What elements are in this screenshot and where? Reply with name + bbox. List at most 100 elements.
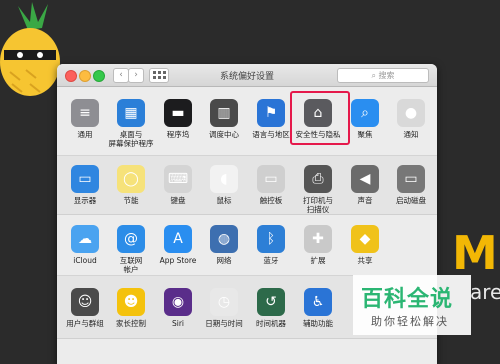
pref-label: 语言与地区 <box>252 130 290 139</box>
pref-label: 家长控制 <box>116 319 146 328</box>
pref-label: 启动磁盘 <box>396 196 426 205</box>
language-icon: ⚑ <box>257 99 285 127</box>
dock-icon: ▬ <box>164 99 192 127</box>
general-icon: ≡ <box>71 99 99 127</box>
pref-label: 日期与时间 <box>205 319 243 328</box>
timemachine-icon: ↺ <box>257 288 285 316</box>
pref-mouse[interactable]: ◖ 鼠标 <box>200 165 248 205</box>
display-icon-glyph: ▭ <box>78 171 92 187</box>
sound-icon-glyph: ◀ <box>359 171 371 187</box>
pref-label: 鼠标 <box>216 196 232 205</box>
pref-label: 蓝牙 <box>263 256 279 265</box>
pref-label: 调度中心 <box>209 130 239 139</box>
startup-disk-icon: ▭ <box>397 165 425 193</box>
pref-notifications[interactable]: ● 通知 <box>387 99 435 139</box>
pref-label: 通知 <box>403 130 419 139</box>
pref-keyboard[interactable]: ⌨ 键盘 <box>154 165 202 205</box>
accessibility-icon-glyph: ♿ <box>311 294 325 310</box>
appstore-icon: A <box>164 225 192 253</box>
users-icon: ☺ <box>71 288 99 316</box>
watermark-subtitle: 助你轻松解决 <box>371 315 449 328</box>
siri-icon: ◉ <box>164 288 192 316</box>
background-letter: M <box>452 226 498 280</box>
pref-label: 时间机器 <box>256 319 286 328</box>
pref-printer[interactable]: ⎙ 打印机与 扫描仪 <box>294 165 342 214</box>
pref-desktop[interactable]: ▦ 桌面与 屏幕保护程序 <box>107 99 155 148</box>
pref-timemachine[interactable]: ↺ 时间机器 <box>247 288 295 328</box>
pref-general[interactable]: ≡ 通用 <box>61 99 109 139</box>
search-field[interactable]: ⌕ 搜索 <box>337 68 429 83</box>
pref-users[interactable]: ☺ 用户与群组 <box>61 288 109 328</box>
extensions-icon: ✚ <box>304 225 332 253</box>
pref-label: 键盘 <box>170 196 186 205</box>
icloud-icon: ☁ <box>71 225 99 253</box>
notifications-icon-glyph: ● <box>404 105 418 121</box>
titlebar: ‹ › 系统偏好设置 ⌕ 搜索 <box>57 64 437 87</box>
pref-internet-accounts[interactable]: @ 互联网 帐户 <box>107 225 155 274</box>
trackpad-icon-glyph: ▭ <box>264 171 278 187</box>
trackpad-icon: ▭ <box>257 165 285 193</box>
mission-control-icon: ▥ <box>210 99 238 127</box>
sound-icon: ◀ <box>351 165 379 193</box>
pref-label: 程序坞 <box>166 130 190 139</box>
startup-disk-icon-glyph: ▭ <box>404 171 418 187</box>
pref-label: 节能 <box>123 196 139 205</box>
pref-siri[interactable]: ◉ Siri <box>154 288 202 328</box>
pref-label: 打印机与 扫描仪 <box>303 196 333 214</box>
notifications-icon: ● <box>397 99 425 127</box>
mission-control-icon-glyph: ▥ <box>217 105 231 121</box>
sharing-icon: ◆ <box>351 225 379 253</box>
watermark: 百科全说 助你轻松解决 <box>353 275 471 335</box>
pref-extensions[interactable]: ✚ 扩展 <box>294 225 342 265</box>
spotlight-icon: ⌕ <box>351 99 379 127</box>
pref-label: 显示器 <box>73 196 97 205</box>
pref-trackpad[interactable]: ▭ 触控板 <box>247 165 295 205</box>
pref-energy[interactable]: ◯ 节能 <box>107 165 155 205</box>
language-icon-glyph: ⚑ <box>264 105 278 121</box>
pref-label: 触控板 <box>259 196 283 205</box>
pref-language[interactable]: ⚑ 语言与地区 <box>247 99 295 139</box>
background-text: are <box>470 280 500 304</box>
datetime-icon: ◷ <box>210 288 238 316</box>
users-icon-glyph: ☺ <box>77 294 93 310</box>
pref-sound[interactable]: ◀ 声音 <box>341 165 389 205</box>
pref-label: 辅助功能 <box>303 319 333 328</box>
appstore-icon-glyph: A <box>173 231 183 247</box>
pref-label: 网络 <box>216 256 232 265</box>
siri-icon-glyph: ◉ <box>171 294 185 310</box>
pref-bluetooth[interactable]: ᛒ 蓝牙 <box>247 225 295 265</box>
row-other <box>57 339 437 364</box>
pref-label: 扩展 <box>310 256 326 265</box>
pref-datetime[interactable]: ◷ 日期与时间 <box>200 288 248 328</box>
pref-sharing[interactable]: ◆ 共享 <box>341 225 389 265</box>
parental-icon-glyph: ☻ <box>123 294 139 310</box>
sharing-icon-glyph: ◆ <box>359 231 371 247</box>
pref-network[interactable]: ◍ 网络 <box>200 225 248 265</box>
pref-display[interactable]: ▭ 显示器 <box>61 165 109 205</box>
pref-dock[interactable]: ▬ 程序坞 <box>154 99 202 139</box>
watermark-title: 百科全说 <box>361 287 454 312</box>
internet-accounts-icon-glyph: @ <box>124 231 138 247</box>
energy-icon-glyph: ◯ <box>123 171 139 187</box>
search-icon: ⌕ <box>371 71 379 80</box>
extensions-icon-glyph: ✚ <box>312 231 324 247</box>
pref-icloud[interactable]: ☁ iCloud <box>61 225 109 265</box>
printer-icon-glyph: ⎙ <box>312 171 324 187</box>
timemachine-icon-glyph: ↺ <box>265 294 277 310</box>
pref-startup-disk[interactable]: ▭ 启动磁盘 <box>387 165 435 205</box>
bluetooth-icon-glyph: ᛒ <box>266 231 276 247</box>
pref-mission-control[interactable]: ▥ 调度中心 <box>200 99 248 139</box>
energy-icon: ◯ <box>117 165 145 193</box>
pref-appstore[interactable]: A App Store <box>154 225 202 265</box>
pref-parental[interactable]: ☻ 家长控制 <box>107 288 155 328</box>
parental-icon: ☻ <box>117 288 145 316</box>
keyboard-icon: ⌨ <box>164 165 192 193</box>
pref-label: 桌面与 屏幕保护程序 <box>108 130 154 148</box>
bluetooth-icon: ᛒ <box>257 225 285 253</box>
pref-label: Siri <box>171 319 184 328</box>
pref-label: 用户与群组 <box>66 319 104 328</box>
desktop-icon: ▦ <box>117 99 145 127</box>
mouse-icon-glyph: ◖ <box>220 171 228 187</box>
pref-accessibility[interactable]: ♿ 辅助功能 <box>294 288 342 328</box>
keyboard-icon-glyph: ⌨ <box>167 171 189 187</box>
